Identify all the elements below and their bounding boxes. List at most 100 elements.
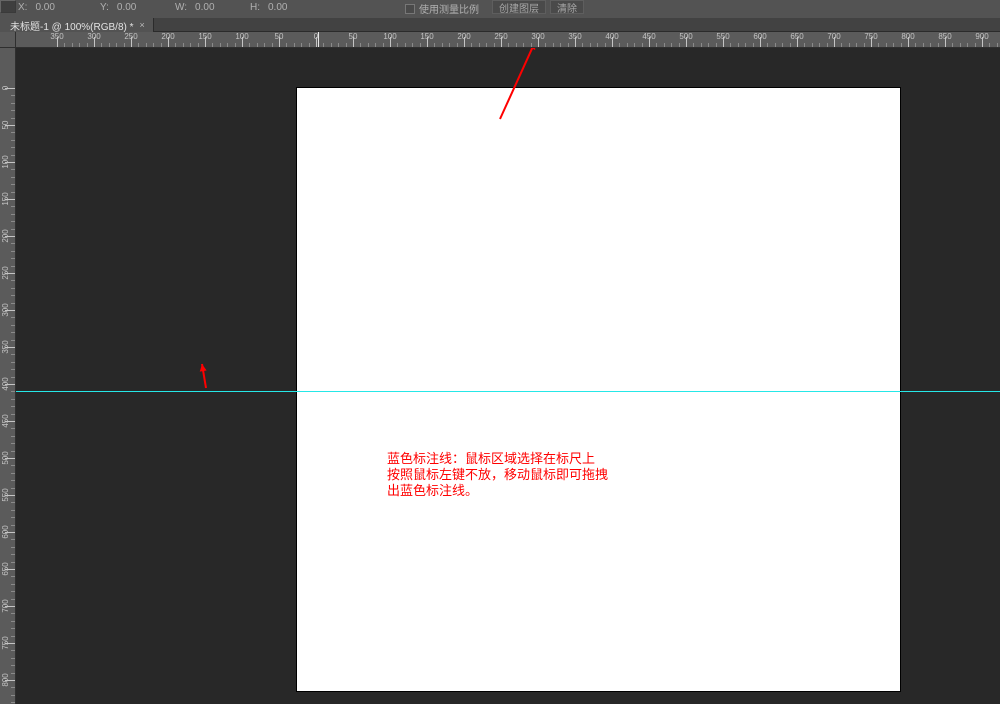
h-ruler-minor-tick [405, 43, 406, 47]
h-ruler-label: 800 [901, 32, 914, 41]
h-ruler-label: 200 [457, 32, 470, 41]
h-ruler-minor-tick [79, 43, 80, 47]
h-ruler-minor-tick [198, 43, 199, 47]
close-icon[interactable]: × [140, 20, 145, 30]
h-ruler-minor-tick [568, 43, 569, 47]
v-ruler-minor-tick [11, 362, 15, 363]
v-ruler-minor-tick [11, 391, 15, 392]
h-ruler-label: 850 [938, 32, 951, 41]
v-ruler-minor-tick [11, 377, 15, 378]
h-ruler-label: 300 [87, 32, 100, 41]
h-ruler-minor-tick [101, 43, 102, 47]
opt-x-label: X: [18, 2, 27, 13]
h-ruler-minor-tick [642, 43, 643, 47]
opt-y-label: Y: [100, 2, 109, 13]
v-ruler-label: 0 [1, 86, 10, 90]
h-ruler-minor-tick [175, 43, 176, 47]
app-root: X: 0.00 Y: 0.00 W: 0.00 H: 0.00 使用测量比例 创… [0, 0, 1000, 704]
create-layer-label: 创建图层 [499, 0, 539, 15]
h-ruler-minor-tick [804, 43, 805, 47]
annotation-line-1: 蓝色标注线：鼠标区域选择在标尺上 [387, 451, 608, 467]
v-ruler-minor-tick [11, 177, 15, 178]
h-ruler-minor-tick [360, 43, 361, 47]
v-ruler-minor-tick [11, 428, 15, 429]
h-ruler-label: 150 [420, 32, 433, 41]
h-ruler-minor-tick [272, 43, 273, 47]
h-ruler-minor-tick [693, 43, 694, 47]
v-ruler-minor-tick [11, 591, 15, 592]
ruler-origin-toggle[interactable] [0, 32, 16, 48]
h-ruler-label: 600 [753, 32, 766, 41]
v-ruler-label: 750 [1, 636, 10, 649]
h-ruler-label: 700 [827, 32, 840, 41]
h-ruler-label: 450 [642, 32, 655, 41]
h-ruler-label: 500 [679, 32, 692, 41]
h-ruler-minor-tick [434, 43, 435, 47]
v-ruler-minor-tick [11, 295, 15, 296]
v-ruler-minor-tick [11, 584, 15, 585]
h-ruler-minor-tick [930, 43, 931, 47]
v-ruler-minor-tick [11, 399, 15, 400]
h-ruler-label: 250 [124, 32, 137, 41]
h-ruler-minor-tick [997, 43, 998, 47]
v-ruler-minor-tick [11, 613, 15, 614]
v-ruler-minor-tick [11, 317, 15, 318]
h-ruler-label: 350 [50, 32, 63, 41]
h-ruler-minor-tick [87, 43, 88, 47]
h-ruler-minor-tick [161, 43, 162, 47]
canvas[interactable] [297, 88, 900, 691]
h-ruler-minor-tick [346, 43, 347, 47]
v-ruler-minor-tick [11, 243, 15, 244]
v-ruler-minor-tick [11, 280, 15, 281]
h-ruler-label: 100 [383, 32, 396, 41]
v-ruler-minor-tick [11, 221, 15, 222]
v-ruler-minor-tick [11, 103, 15, 104]
v-ruler-minor-tick [11, 695, 15, 696]
v-ruler-minor-tick [11, 258, 15, 259]
h-ruler-minor-tick [294, 43, 295, 47]
h-ruler-minor-tick [701, 43, 702, 47]
v-ruler-label: 800 [1, 673, 10, 686]
h-ruler-minor-tick [486, 43, 487, 47]
horizontal-ruler[interactable]: 3503002502001501005005010015020025030035… [16, 32, 1000, 48]
h-ruler-minor-tick [190, 43, 191, 47]
v-ruler-minor-tick [11, 251, 15, 252]
h-ruler-minor-tick [116, 43, 117, 47]
h-ruler-minor-tick [597, 43, 598, 47]
h-ruler-label: 400 [605, 32, 618, 41]
v-ruler-minor-tick [11, 687, 15, 688]
h-ruler-label: 250 [494, 32, 507, 41]
h-ruler-label: 50 [349, 32, 358, 41]
h-ruler-minor-tick [560, 43, 561, 47]
h-ruler-minor-tick [64, 43, 65, 47]
h-ruler-minor-tick [323, 43, 324, 47]
h-ruler-minor-tick [397, 43, 398, 47]
opt-w-value: 0.00 [195, 2, 214, 13]
v-ruler-minor-tick [11, 414, 15, 415]
vertical-ruler[interactable]: 0501001502002503003504004505005506006507… [0, 48, 16, 704]
h-ruler-minor-tick [449, 43, 450, 47]
h-ruler-minor-tick [109, 43, 110, 47]
v-ruler-minor-tick [11, 576, 15, 577]
v-ruler-minor-tick [11, 599, 15, 600]
v-ruler-minor-tick [11, 147, 15, 148]
v-ruler-label: 700 [1, 599, 10, 612]
opt-w: W: 0.00 [175, 2, 215, 13]
horizontal-guide-line[interactable] [16, 391, 1000, 392]
h-ruler-minor-tick [72, 43, 73, 47]
h-ruler-label: 350 [568, 32, 581, 41]
v-ruler-label: 550 [1, 488, 10, 501]
h-ruler-minor-tick [856, 43, 857, 47]
h-ruler-minor-tick [590, 43, 591, 47]
opt-x: X: 0.00 [18, 2, 55, 13]
h-ruler-minor-tick [716, 43, 717, 47]
use-measure-scale-checkbox[interactable]: 使用测量比例 [405, 1, 479, 16]
clear-button[interactable]: 清除 [550, 0, 584, 14]
document-tab[interactable]: 未标题-1 @ 100%(RGB/8) * × [0, 18, 154, 32]
h-ruler-label: 750 [864, 32, 877, 41]
workspace[interactable]: 蓝色标注线：鼠标区域选择在标尺上 按照鼠标左键不放，移动鼠标即可拖拽 出蓝色标注… [16, 48, 1000, 704]
create-layer-button[interactable]: 创建图层 [492, 0, 546, 14]
v-ruler-label: 600 [1, 525, 10, 538]
tool-preset-swatch[interactable] [0, 0, 16, 13]
v-ruler-minor-tick [11, 332, 15, 333]
